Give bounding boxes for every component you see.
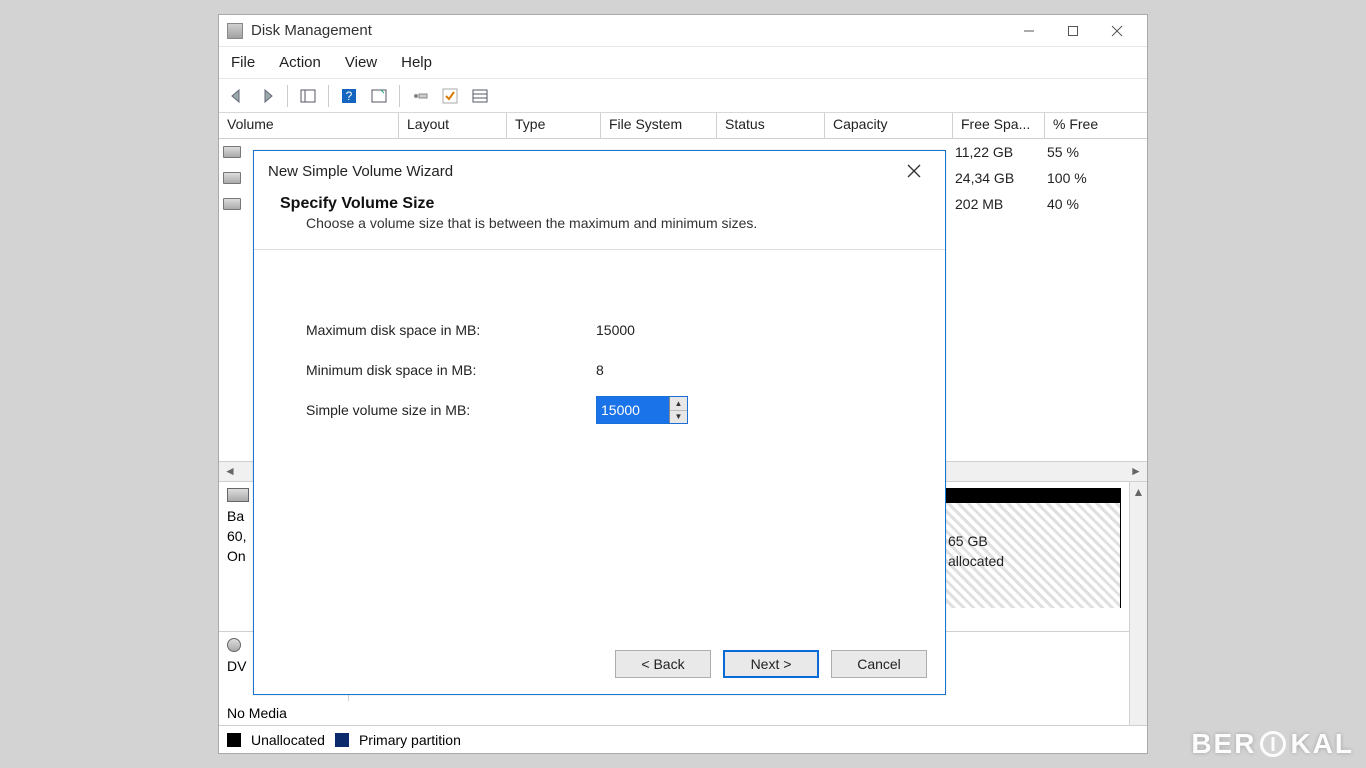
legend-unallocated-swatch <box>227 733 241 747</box>
menubar: File Action View Help <box>219 47 1147 79</box>
next-button[interactable]: Next > <box>723 650 819 678</box>
row-pctfree: 55 % <box>1039 144 1087 160</box>
scroll-right-icon[interactable]: ► <box>1127 463 1145 479</box>
row-pctfree: 100 % <box>1039 170 1095 186</box>
col-layout[interactable]: Layout <box>399 113 507 138</box>
row-freespace: 202 MB <box>947 196 1039 212</box>
back-icon[interactable] <box>225 84 249 108</box>
row-pctfree: 40 % <box>1039 196 1087 212</box>
titlebar: Disk Management <box>219 15 1147 47</box>
legend-primary-swatch <box>335 733 349 747</box>
close-button[interactable] <box>1095 16 1139 46</box>
min-disk-label: Minimum disk space in MB: <box>306 362 596 378</box>
volume-size-input[interactable] <box>597 397 669 423</box>
col-filesystem[interactable]: File System <box>601 113 717 138</box>
wizard-close-button[interactable] <box>897 154 931 188</box>
vertical-scrollbar[interactable]: ▲ <box>1129 482 1147 726</box>
col-volume[interactable]: Volume <box>219 113 399 138</box>
window-title: Disk Management <box>251 22 1007 39</box>
maximize-button[interactable] <box>1051 16 1095 46</box>
col-pctfree[interactable]: % Free <box>1045 113 1147 138</box>
watermark-logo-icon <box>1260 731 1286 757</box>
drive-icon <box>223 198 241 210</box>
new-simple-volume-wizard: New Simple Volume Wizard Specify Volume … <box>253 150 946 695</box>
col-capacity[interactable]: Capacity <box>825 113 953 138</box>
disk-icon <box>227 488 249 502</box>
menu-help[interactable]: Help <box>401 54 432 71</box>
col-freespace[interactable]: Free Spa... <box>953 113 1045 138</box>
column-headers: Volume Layout Type File System Status Ca… <box>219 113 1147 139</box>
menu-file[interactable]: File <box>231 54 255 71</box>
back-button[interactable]: < Back <box>615 650 711 678</box>
max-disk-label: Maximum disk space in MB: <box>306 322 596 338</box>
legend-unallocated-label: Unallocated <box>251 732 325 748</box>
svg-text:?: ? <box>346 89 353 103</box>
optical-drive-icon <box>227 638 241 652</box>
wizard-title: New Simple Volume Wizard <box>268 163 453 180</box>
app-icon <box>227 23 243 39</box>
action-icon[interactable] <box>367 84 391 108</box>
menu-action[interactable]: Action <box>279 54 321 71</box>
no-media-label: No Media <box>219 701 1129 725</box>
wizard-subheading: Choose a volume size that is between the… <box>280 215 921 231</box>
check-icon[interactable] <box>438 84 462 108</box>
show-hide-icon[interactable] <box>296 84 320 108</box>
scroll-up-icon[interactable]: ▲ <box>1130 484 1148 500</box>
spin-down-icon[interactable]: ▼ <box>670 411 687 424</box>
wizard-heading: Specify Volume Size <box>280 195 921 213</box>
row-freespace: 11,22 GB <box>947 144 1039 160</box>
settings-icon[interactable] <box>408 84 432 108</box>
col-type[interactable]: Type <box>507 113 601 138</box>
max-disk-value: 15000 <box>596 322 635 338</box>
help-icon[interactable]: ? <box>337 84 361 108</box>
minimize-button[interactable] <box>1007 16 1051 46</box>
legend-primary-label: Primary partition <box>359 732 461 748</box>
volume-size-label: Simple volume size in MB: <box>306 402 596 418</box>
spin-up-icon[interactable]: ▲ <box>670 397 687 411</box>
col-status[interactable]: Status <box>717 113 825 138</box>
list-icon[interactable] <box>468 84 492 108</box>
watermark: BER KAL <box>1191 728 1354 760</box>
row-freespace: 24,34 GB <box>947 170 1039 186</box>
block-size: 65 GB <box>948 531 1114 551</box>
legend: Unallocated Primary partition <box>219 725 1147 753</box>
menu-view[interactable]: View <box>345 54 377 71</box>
scroll-left-icon[interactable]: ◄ <box>221 463 239 479</box>
min-disk-value: 8 <box>596 362 604 378</box>
drive-icon <box>223 172 241 184</box>
block-state: allocated <box>948 551 1114 571</box>
volume-size-spinner[interactable]: ▲ ▼ <box>596 396 688 424</box>
unallocated-block[interactable]: 65 GB allocated <box>941 488 1121 608</box>
cancel-button[interactable]: Cancel <box>831 650 927 678</box>
drive-icon <box>223 146 241 158</box>
toolbar: ? <box>219 79 1147 113</box>
forward-icon[interactable] <box>255 84 279 108</box>
